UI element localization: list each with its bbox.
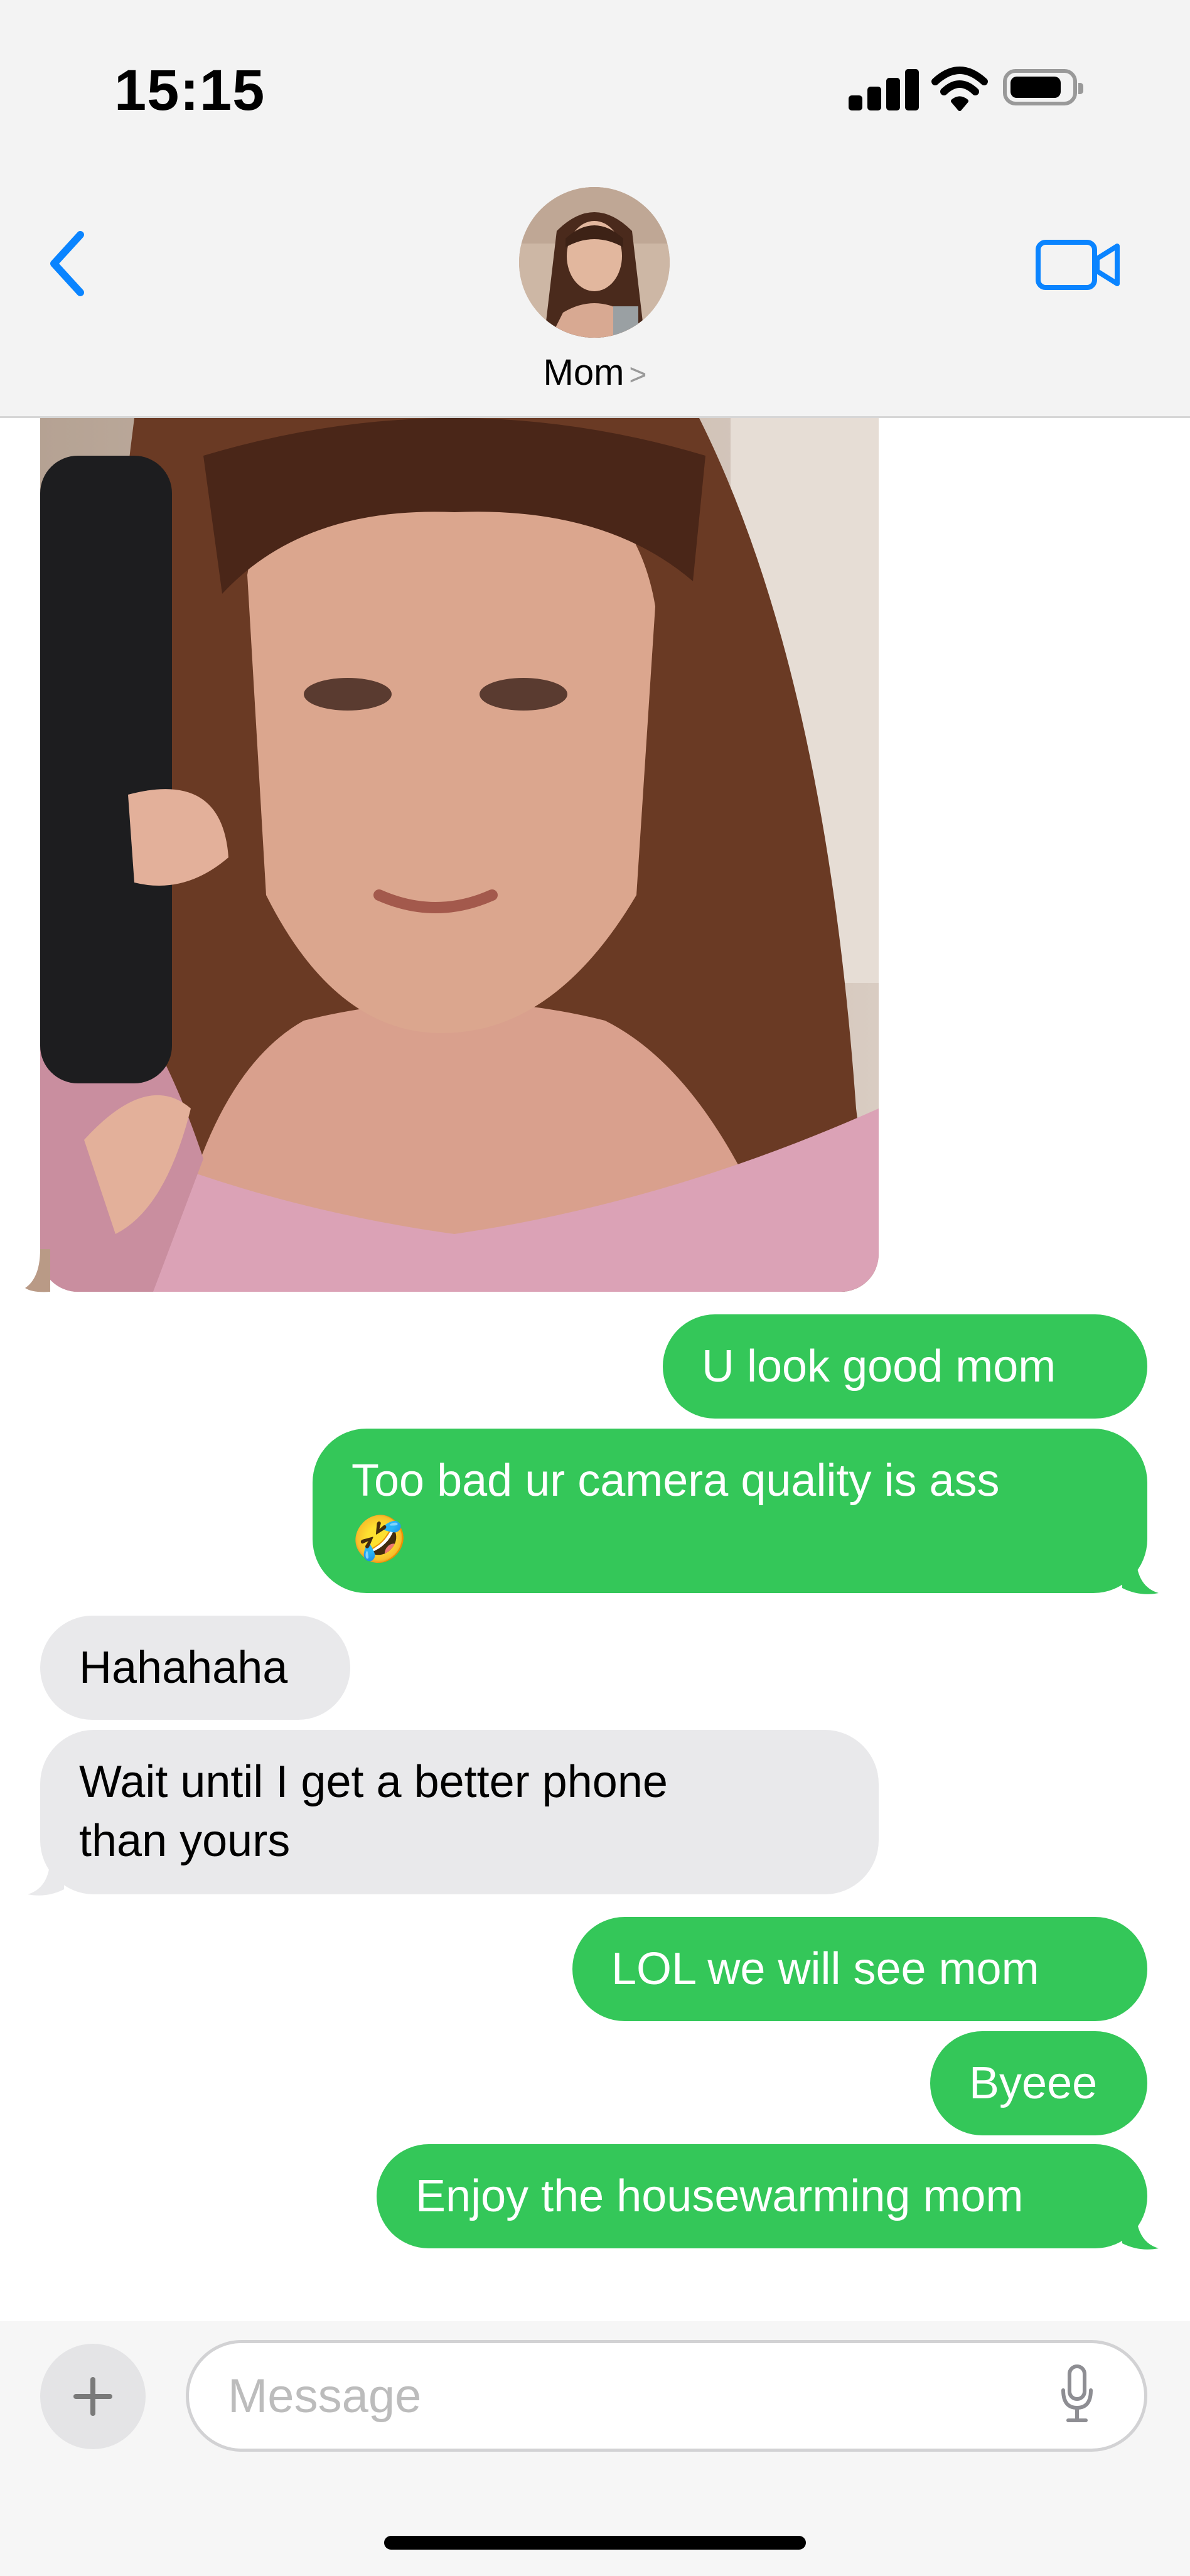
outgoing-bubble-tail [1122,2213,1159,2250]
cellular-signal-icon [849,68,919,110]
message-input-field[interactable] [186,2340,1147,2452]
message-bubble-outgoing[interactable]: Too bad ur camera quality is ass 🤣 [313,1429,1147,1593]
avatar-photo [519,187,670,338]
message-bubble-incoming[interactable]: Hahahaha [40,1616,350,1720]
status-bar: 15:15 [0,0,1190,157]
conversation-header: Mom > [0,157,1190,418]
home-indicator[interactable] [384,2536,806,2550]
message-text: Byeee [969,2058,1098,2108]
status-time: 15:15 [114,58,265,122]
facetime-video-icon[interactable] [1034,233,1122,296]
message-bubble-outgoing[interactable]: Byeee [930,2031,1147,2135]
chevron-right-icon: > [629,358,647,392]
chevron-left-icon[interactable] [44,226,94,301]
contact-avatar[interactable] [519,187,670,338]
wifi-icon [931,67,988,111]
outgoing-bubble-tail [1122,1558,1159,1594]
message-bubble-outgoing[interactable]: U look good mom [663,1314,1147,1419]
image-message[interactable] [40,418,879,1292]
plus-icon[interactable] [40,2344,146,2449]
contact-name: Mom [543,352,624,393]
message-bubble-incoming[interactable]: Wait until I get a better phone than you… [40,1730,879,1894]
message-text: LOL we will see mom [611,1944,1039,1994]
message-text: Wait until I get a better phone than you… [79,1757,668,1866]
message-text: Enjoy the housewarming mom [415,2171,1024,2221]
message-text: Hahahaha [79,1643,288,1693]
message-text: U look good mom [702,1341,1056,1392]
incoming-bubble-tail [28,1859,64,1896]
message-text: Too bad ur camera quality is ass 🤣 [351,1456,1000,1565]
microphone-icon[interactable] [1059,2364,1095,2424]
image-bubble-tail [25,1249,50,1292]
message-bubble-outgoing[interactable]: Enjoy the housewarming mom [377,2144,1147,2248]
message-bubble-outgoing[interactable]: LOL we will see mom [572,1917,1147,2021]
contact-name-button[interactable]: Mom > [0,352,1190,394]
message-input[interactable] [227,2361,1045,2431]
battery-icon [1003,69,1083,105]
photo-attachment [40,418,879,1292]
